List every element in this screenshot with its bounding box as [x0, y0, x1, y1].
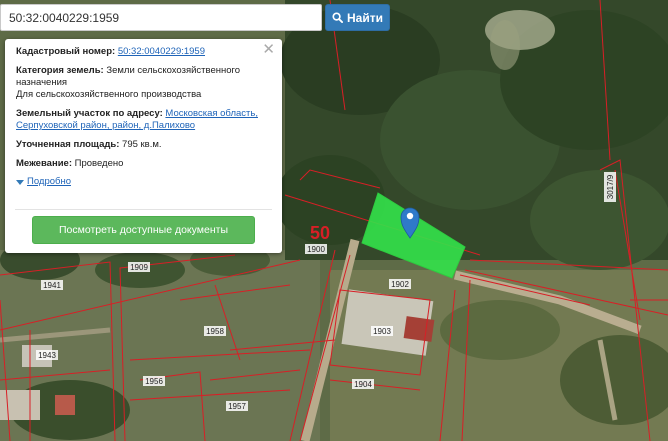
svg-text:1903: 1903	[373, 327, 391, 336]
parcel-label-1957: 1957	[226, 401, 248, 411]
search-button-label: Найти	[347, 10, 383, 25]
details-toggle[interactable]: Подробно	[16, 176, 272, 188]
divider	[15, 209, 272, 210]
category-value-3: Для сельскохозяйственного производства	[16, 89, 202, 100]
cadastral-number-link[interactable]: 50:32:0040229:1959	[118, 46, 205, 57]
address-link-2[interactable]: Серпуховской район, район, д.Палихово	[16, 120, 195, 131]
caret-down-icon	[16, 179, 24, 185]
category-label: Категория земель:	[16, 65, 104, 76]
view-documents-button[interactable]: Посмотреть доступные документы	[32, 216, 255, 244]
parcel-label-1941: 1941	[41, 280, 63, 290]
parcel-label-1909: 1909	[128, 262, 150, 272]
search-input[interactable]	[0, 4, 322, 31]
parcel-label-1902: 1902	[389, 279, 411, 289]
category-value-2: назначения	[16, 77, 68, 88]
svg-text:3017/9: 3017/9	[606, 174, 615, 199]
parcel-label-3017-9: 3017/9	[604, 172, 616, 202]
search-button[interactable]: Найти	[325, 4, 390, 31]
cadastral-row: Кадастровый номер: 50:32:0040229:1959	[16, 46, 272, 58]
svg-text:1900: 1900	[307, 245, 325, 254]
parcel-label-1943: 1943	[36, 350, 58, 360]
category-row: Категория земель: Земли сельскохозяйстве…	[16, 65, 272, 101]
area-row: Уточненная площадь: 795 кв.м.	[16, 139, 272, 151]
svg-text:1902: 1902	[391, 280, 409, 289]
address-row: Земельный участок по адресу: Московская …	[16, 108, 272, 132]
cadastral-label: Кадастровый номер:	[16, 46, 116, 57]
survey-label: Межевание:	[16, 158, 72, 169]
svg-text:1909: 1909	[130, 263, 148, 272]
parcel-label-1904: 1904	[352, 379, 374, 389]
search-icon	[332, 12, 343, 23]
parcel-label-1900: 1900	[305, 244, 327, 254]
area-label: Уточненная площадь:	[16, 139, 120, 150]
block-number: 50	[310, 223, 330, 243]
svg-text:1956: 1956	[145, 377, 163, 386]
details-link[interactable]: Подробно	[27, 176, 71, 188]
address-label: Земельный участок по адресу:	[16, 108, 163, 119]
parcel-info-popup: ✕ Кадастровый номер: 50:32:0040229:1959 …	[5, 39, 282, 253]
svg-text:1957: 1957	[228, 402, 246, 411]
parcel-label-1956: 1956	[143, 376, 165, 386]
svg-text:1958: 1958	[206, 327, 224, 336]
survey-value: Проведено	[74, 158, 124, 169]
svg-text:1941: 1941	[43, 281, 61, 290]
category-value-1: Земли сельскохозяйственного	[106, 65, 241, 76]
parcel-label-1903: 1903	[371, 326, 393, 336]
area-value: 795 кв.м.	[122, 139, 162, 150]
svg-text:1943: 1943	[38, 351, 56, 360]
address-link-1[interactable]: Московская область,	[165, 108, 258, 119]
survey-row: Межевание: Проведено	[16, 158, 272, 170]
parcel-label-1958: 1958	[204, 326, 226, 336]
svg-text:1904: 1904	[354, 380, 372, 389]
close-icon[interactable]: ✕	[262, 42, 275, 57]
